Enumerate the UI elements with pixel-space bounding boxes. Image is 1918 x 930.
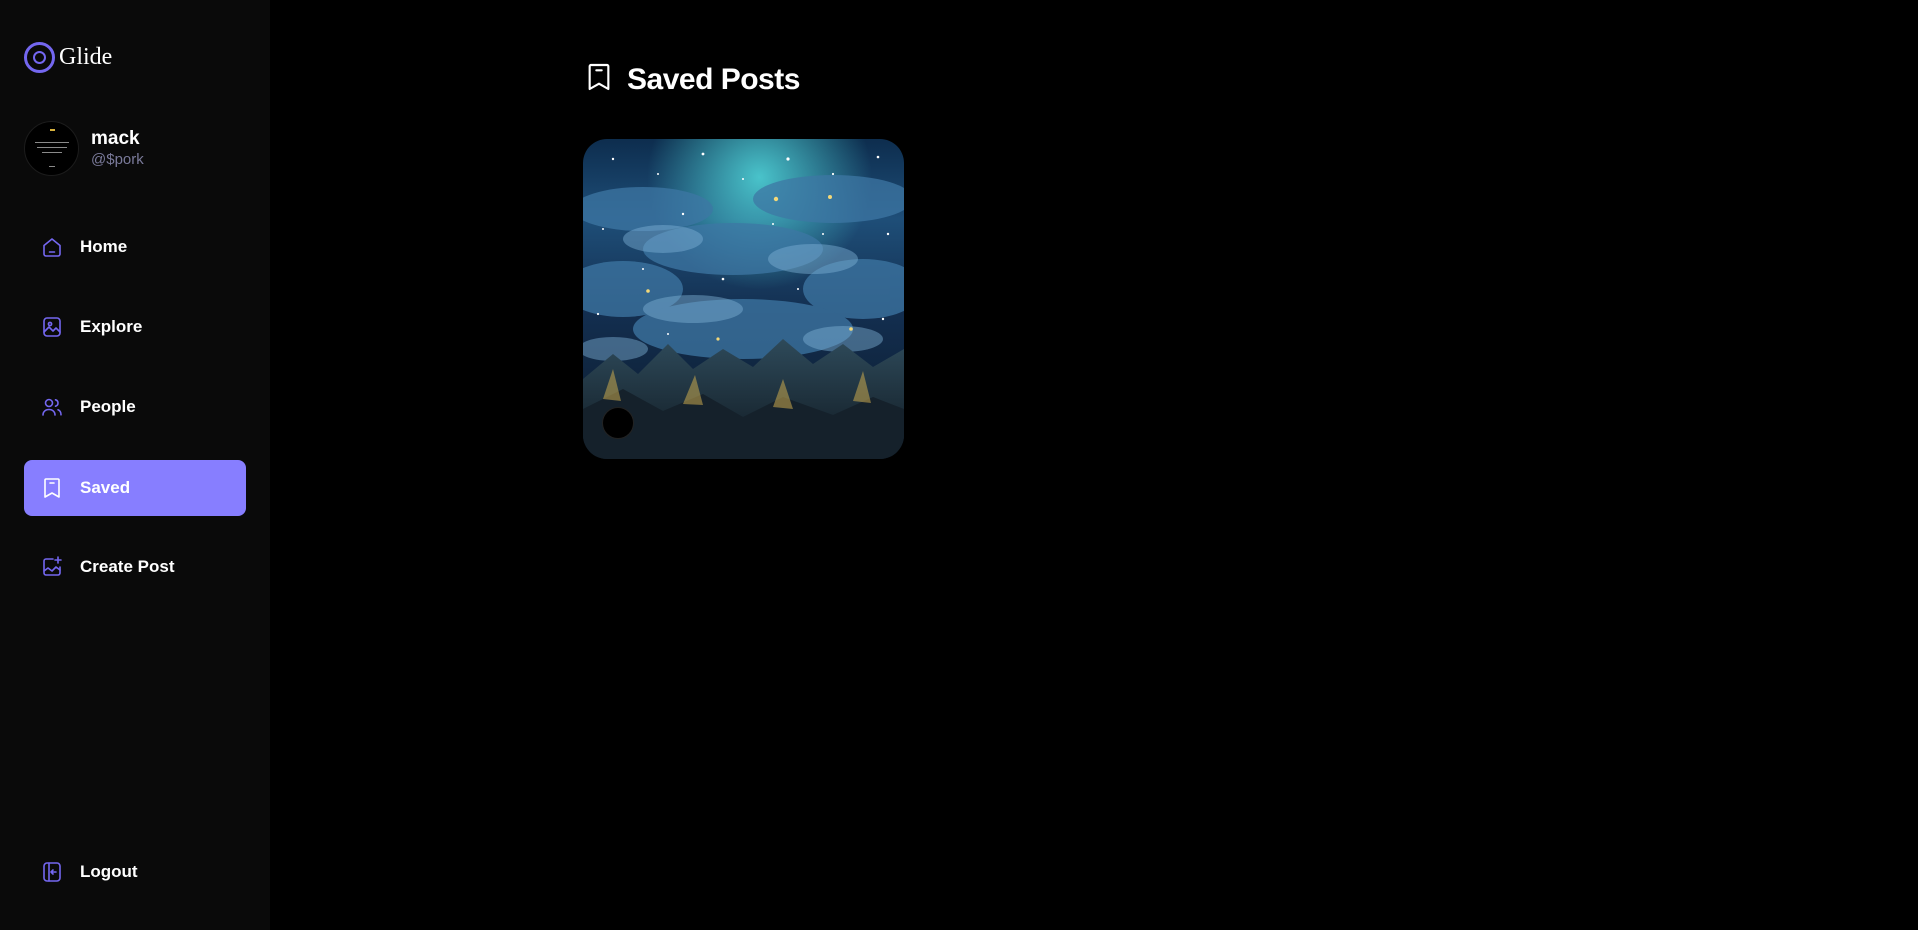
sidebar-item-people[interactable]: People (24, 379, 246, 435)
sidebar-item-label: Saved (80, 478, 131, 497)
logout-button[interactable]: Logout (24, 844, 246, 900)
app-name: Glide (59, 44, 113, 70)
page-title: Saved Posts (627, 62, 800, 96)
sidebar-item-home[interactable]: Home (24, 219, 246, 275)
create-post-icon (40, 555, 64, 579)
explore-icon (40, 315, 64, 339)
logout-label: Logout (80, 862, 138, 881)
sidebar-item-label: Home (80, 237, 128, 256)
saved-post-card[interactable] (583, 139, 904, 459)
user-profile[interactable]: mack @$pork (24, 121, 144, 176)
bookmark-icon (583, 60, 615, 99)
sidebar-item-label: People (80, 397, 136, 416)
sidebar-item-saved[interactable]: Saved (24, 460, 246, 516)
sidebar: Glide mack @$pork Home Explore People Sa… (0, 0, 270, 930)
page-header: Saved Posts (583, 60, 800, 99)
logout-icon (40, 860, 64, 884)
people-icon (40, 395, 64, 419)
logo-icon (24, 42, 55, 73)
sidebar-item-explore[interactable]: Explore (24, 299, 246, 355)
sidebar-item-label: Explore (80, 317, 143, 336)
sidebar-item-label: Create Post (80, 557, 175, 576)
avatar (24, 121, 79, 176)
profile-name: mack (91, 127, 140, 149)
app-logo[interactable]: Glide (24, 42, 112, 73)
sidebar-item-create-post[interactable]: Create Post (24, 539, 246, 595)
bookmark-icon (40, 476, 64, 500)
post-image (583, 139, 904, 459)
home-icon (40, 235, 64, 259)
post-author-avatar[interactable] (602, 407, 634, 439)
profile-handle: @$pork (91, 150, 144, 168)
